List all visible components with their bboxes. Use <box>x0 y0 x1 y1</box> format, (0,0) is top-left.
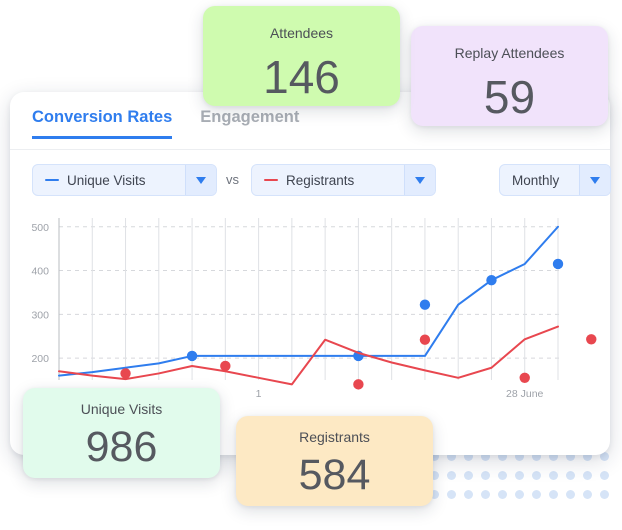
chart-data-point[interactable] <box>486 274 497 286</box>
tab-engagement[interactable]: Engagement <box>200 108 299 139</box>
chart-y-tick-label: 400 <box>31 266 49 278</box>
chart-y-tick-label: 300 <box>31 309 49 321</box>
decorative-dot <box>532 490 541 499</box>
series-b-color-swatch <box>264 178 278 182</box>
chevron-down-icon <box>196 176 206 184</box>
decorative-dot <box>566 471 575 480</box>
stat-card-attendees-value: 146 <box>263 51 340 103</box>
series-a-color-swatch <box>45 178 59 182</box>
decorative-dot <box>566 490 575 499</box>
chart-data-point[interactable] <box>586 334 597 345</box>
series-b-select[interactable]: Registrants <box>251 164 436 196</box>
chart-x-tick-label: 28 June <box>506 388 544 400</box>
chart-data-point[interactable] <box>186 350 198 362</box>
stat-card-replay-attendees: Replay Attendees 59 <box>411 26 608 126</box>
series-a-dropdown-button[interactable] <box>185 165 216 195</box>
stat-card-unique-visits-label: Unique Visits <box>80 401 163 417</box>
decorative-dot <box>498 490 507 499</box>
period-select[interactable]: Monthly <box>499 164 611 196</box>
decorative-dot <box>600 490 609 499</box>
period-select-body[interactable]: Monthly <box>500 165 579 195</box>
chart-y-tick-label: 500 <box>31 222 49 234</box>
tab-conversion-rates[interactable]: Conversion Rates <box>32 108 173 139</box>
decorative-dot <box>515 490 524 499</box>
chart-data-point[interactable] <box>519 372 530 384</box>
decorative-dot <box>464 490 473 499</box>
filter-row: Unique Visits vs Registrants Monthly <box>32 164 611 196</box>
stat-card-replay-attendees-value: 59 <box>483 71 536 123</box>
decorative-dot <box>549 490 558 499</box>
series-a-select-body[interactable]: Unique Visits <box>33 165 185 195</box>
stat-card-attendees: Attendees 146 <box>203 6 400 106</box>
chart-data-point[interactable] <box>220 360 231 372</box>
period-dropdown-button[interactable] <box>579 165 610 195</box>
decorative-dot-grid <box>430 452 622 508</box>
period-label: Monthly <box>512 172 560 188</box>
stat-card-attendees-label: Attendees <box>269 25 334 41</box>
decorative-dot <box>583 490 592 499</box>
stat-card-unique-visits-value: 986 <box>85 423 158 471</box>
vs-label: vs <box>226 172 239 187</box>
chevron-down-icon <box>415 176 425 184</box>
chart-data-point[interactable] <box>120 368 131 379</box>
decorative-dot <box>583 471 592 480</box>
decorative-dot <box>447 490 456 499</box>
stat-card-unique-visits: Unique Visits 986 <box>23 388 220 478</box>
series-b-dropdown-button[interactable] <box>404 165 435 195</box>
stat-card-registrants: Registrants 584 <box>236 416 433 506</box>
stat-card-registrants-label: Registrants <box>299 429 370 445</box>
tab-divider <box>10 149 610 150</box>
chart-y-tick-label: 200 <box>31 353 49 365</box>
series-b-select-body[interactable]: Registrants <box>252 165 404 195</box>
chart-series-line-unique-visits <box>58 225 559 377</box>
decorative-dot <box>600 471 609 480</box>
dashboard-stage: Conversion Rates Engagement Unique Visit… <box>0 0 622 530</box>
chart-data-point[interactable] <box>419 299 431 310</box>
decorative-dot <box>498 471 507 480</box>
series-a-select[interactable]: Unique Visits <box>32 164 217 196</box>
decorative-dot <box>464 471 473 480</box>
chart-data-point[interactable] <box>419 334 431 345</box>
series-b-label: Registrants <box>286 172 355 188</box>
decorative-dot <box>481 471 490 480</box>
stat-card-registrants-value: 584 <box>298 451 371 499</box>
series-a-label: Unique Visits <box>67 172 146 188</box>
decorative-dot <box>481 490 490 499</box>
chart-x-tick-label: 1 <box>256 388 262 400</box>
tab-bar: Conversion Rates Engagement <box>32 108 299 139</box>
decorative-dot <box>447 471 456 480</box>
chart-data-point[interactable] <box>552 258 564 270</box>
stat-card-replay-attendees-label: Replay Attendees <box>454 45 565 61</box>
chart-data-point[interactable] <box>353 379 364 390</box>
decorative-dot <box>515 471 524 480</box>
decorative-dot <box>532 471 541 480</box>
chevron-down-icon <box>590 176 600 184</box>
decorative-dot <box>549 471 558 480</box>
